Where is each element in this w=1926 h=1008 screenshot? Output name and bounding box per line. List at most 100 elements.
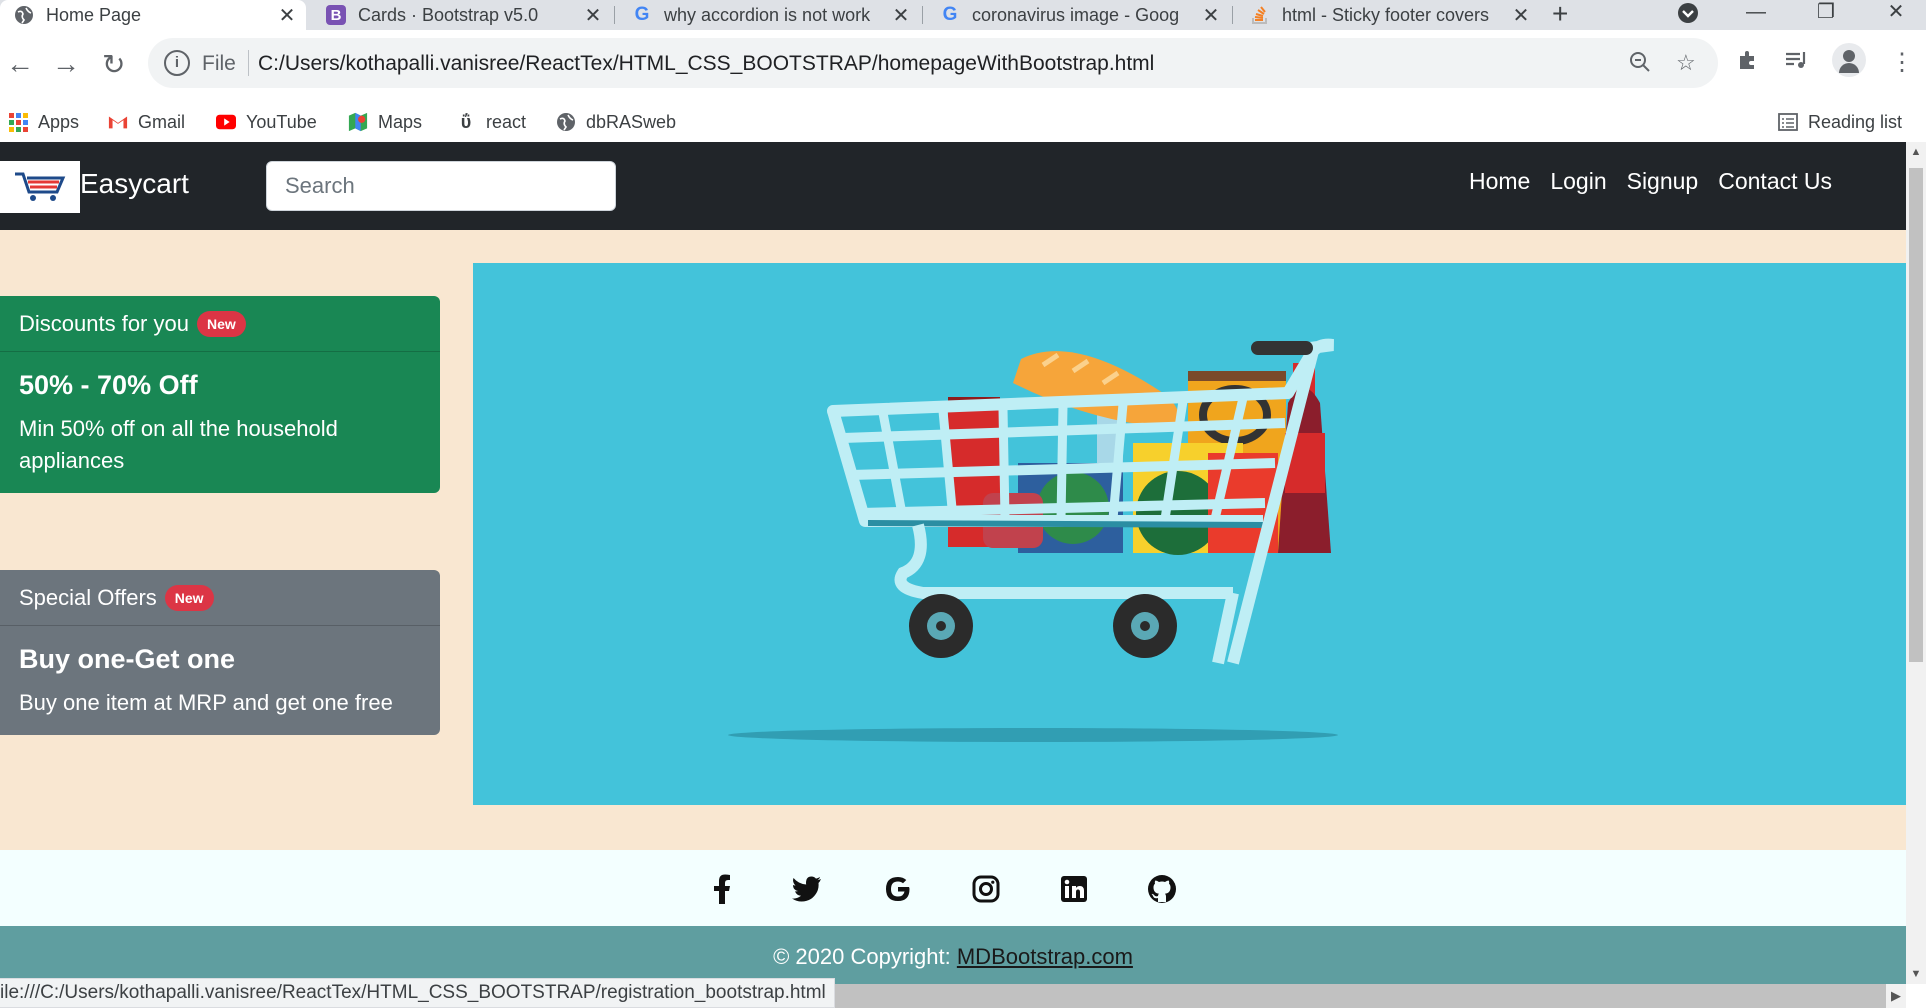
tab-bootstrap-cards[interactable]: B Cards · Bootstrap v5.0 ✕ — [312, 0, 612, 30]
tab-divider — [614, 6, 615, 24]
bookmark-label: Gmail — [138, 111, 186, 132]
address-scheme: File — [202, 52, 236, 75]
bookmark-dbrasweb[interactable]: dbRASweb — [556, 102, 676, 142]
nav-link-login[interactable]: Login — [1550, 168, 1606, 195]
tab-close-icon[interactable]: ✕ — [1200, 3, 1222, 28]
bookmark-maps[interactable]: Maps — [348, 102, 422, 142]
new-tab-button[interactable]: + — [1552, 0, 1568, 30]
stackoverflow-icon — [1250, 5, 1270, 25]
card-header-label: Discounts for you — [19, 310, 189, 336]
profile-avatar-icon[interactable] — [1832, 43, 1866, 77]
tab-divider — [922, 6, 923, 24]
zoom-icon[interactable] — [1628, 50, 1652, 80]
restore-button[interactable]: ❐ — [1806, 0, 1846, 30]
back-icon[interactable]: ← — [6, 48, 34, 80]
address-bar[interactable]: i File C:/Users/kothapalli.vanisree/Reac… — [148, 38, 1718, 88]
reading-list-button[interactable]: Reading list — [1778, 102, 1902, 142]
tab-close-icon[interactable]: ✕ — [1510, 3, 1532, 28]
brand-name[interactable]: Easycart — [80, 168, 189, 200]
gmail-icon — [108, 112, 128, 132]
page-viewport: Easycart Home Login Signup Contact Us Di… — [0, 142, 1906, 984]
site-logo[interactable] — [0, 161, 80, 213]
bookmark-label: Maps — [378, 111, 423, 132]
reload-icon[interactable]: ↻ — [102, 48, 125, 81]
nav-link-signup[interactable]: Signup — [1627, 168, 1699, 195]
card-title: 50% - 70% Off — [19, 370, 198, 400]
google-icon: G — [942, 4, 958, 25]
media-control-icon[interactable] — [1784, 48, 1810, 79]
bootstrap-icon: B — [326, 5, 346, 25]
site-navbar: Easycart Home Login Signup Contact Us — [0, 142, 1906, 230]
close-window-button[interactable]: ✕ — [1876, 0, 1916, 30]
bookmark-star-icon[interactable]: ☆ — [1676, 50, 1696, 76]
shopping-cart-illustration — [728, 338, 1338, 742]
tab-close-icon[interactable]: ✕ — [582, 3, 604, 28]
nav-links: Home Login Signup Contact Us — [1469, 168, 1832, 195]
apps-grid-icon — [8, 112, 28, 132]
bookmark-youtube[interactable]: YouTube — [216, 102, 317, 142]
scroll-down-arrow-icon[interactable]: ▼ — [1906, 964, 1926, 984]
youtube-icon — [216, 112, 236, 132]
scroll-up-arrow-icon[interactable]: ▲ — [1906, 142, 1926, 162]
tab-title: Home Page — [46, 4, 142, 25]
tab-search-button[interactable] — [1668, 0, 1708, 30]
nav-link-contact[interactable]: Contact Us — [1718, 168, 1832, 195]
extensions-icon[interactable] — [1736, 48, 1760, 79]
tab-title: html - Sticky footer covers — [1282, 4, 1490, 25]
discount-card: Discounts for you New 50% - 70% Off Min … — [0, 296, 440, 493]
scrollbar-thumb[interactable] — [1909, 168, 1923, 662]
nav-link-home[interactable]: Home — [1469, 168, 1530, 195]
linkedin-icon[interactable] — [1058, 873, 1090, 905]
status-bar-url: ile:///C:/Users/kothapalli.vanisree/Reac… — [0, 978, 835, 1008]
bookmarks-bar: Apps Gmail YouTube Maps ΰ react dbRASweb… — [0, 102, 1926, 143]
globe-icon — [14, 5, 34, 25]
address-url[interactable]: C:/Users/kothapalli.vanisree/ReactTex/HT… — [258, 52, 1154, 76]
new-badge: New — [196, 310, 246, 337]
vertical-scrollbar[interactable]: ▲ ▼ — [1906, 142, 1926, 984]
bookmark-react[interactable]: ΰ react — [456, 102, 526, 142]
special-offers-card: Special Offers New Buy one-Get one Buy o… — [0, 570, 440, 735]
tab-divider — [1232, 6, 1233, 24]
card-header-label: Special Offers — [19, 584, 157, 610]
card-text: Min 50% off on all the household applian… — [19, 416, 338, 473]
card-header: Special Offers New — [0, 570, 440, 626]
bookmark-label: react — [486, 111, 527, 132]
card-body: Buy one-Get one Buy one item at MRP and … — [0, 626, 440, 735]
tab-title: Cards · Bootstrap v5.0 — [358, 4, 539, 25]
google-icon[interactable] — [882, 873, 914, 905]
maps-icon — [348, 112, 368, 132]
facebook-icon[interactable] — [706, 873, 738, 905]
scroll-right-arrow-icon[interactable]: ▶ — [1886, 984, 1906, 1008]
bookmark-label: YouTube — [246, 111, 317, 132]
bookmark-label: dbRASweb — [586, 111, 677, 132]
tab-close-icon[interactable]: ✕ — [890, 3, 912, 28]
info-icon[interactable]: i — [164, 50, 190, 76]
search-input[interactable] — [266, 161, 616, 211]
tab-close-icon[interactable]: ✕ — [276, 3, 298, 28]
copyright-text: © 2020 Copyright: — [773, 944, 951, 969]
browser-tab-strip: Home Page ✕ B Cards · Bootstrap v5.0 ✕ G… — [0, 0, 1926, 30]
horizontal-scrollbar[interactable] — [776, 984, 1906, 1008]
bookmark-gmail[interactable]: Gmail — [108, 102, 185, 142]
tab-title: why accordion is not work — [664, 4, 871, 25]
instagram-icon[interactable] — [970, 873, 1002, 905]
cart-logo-icon — [15, 172, 66, 201]
twitter-icon[interactable] — [791, 873, 823, 905]
tab-accordion-search[interactable]: G why accordion is not work ✕ — [618, 0, 920, 30]
copyright-footer: © 2020 Copyright: MDBootstrap.com — [0, 926, 1906, 984]
bookmark-apps[interactable]: Apps — [8, 102, 79, 142]
google-icon: G — [634, 4, 650, 25]
social-footer — [0, 850, 1906, 926]
forward-icon[interactable]: → — [52, 48, 80, 80]
bookmark-label: Apps — [38, 111, 80, 132]
minimize-button[interactable]: — — [1736, 0, 1776, 30]
card-body: 50% - 70% Off Min 50% off on all the hou… — [0, 352, 440, 493]
github-icon[interactable] — [1146, 873, 1178, 905]
tab-sticky-footer[interactable]: html - Sticky footer covers ✕ — [1236, 0, 1540, 30]
react-icon: ΰ — [460, 111, 472, 132]
tab-coronavirus-search[interactable]: G coronavirus image - Goog ✕ — [926, 0, 1230, 30]
mdbootstrap-link[interactable]: MDBootstrap.com — [957, 944, 1133, 969]
hero-shopping-cart-image — [473, 263, 1906, 805]
menu-kebab-icon[interactable]: ⋮ — [1890, 48, 1914, 77]
tab-home-page[interactable]: Home Page ✕ — [0, 0, 306, 30]
